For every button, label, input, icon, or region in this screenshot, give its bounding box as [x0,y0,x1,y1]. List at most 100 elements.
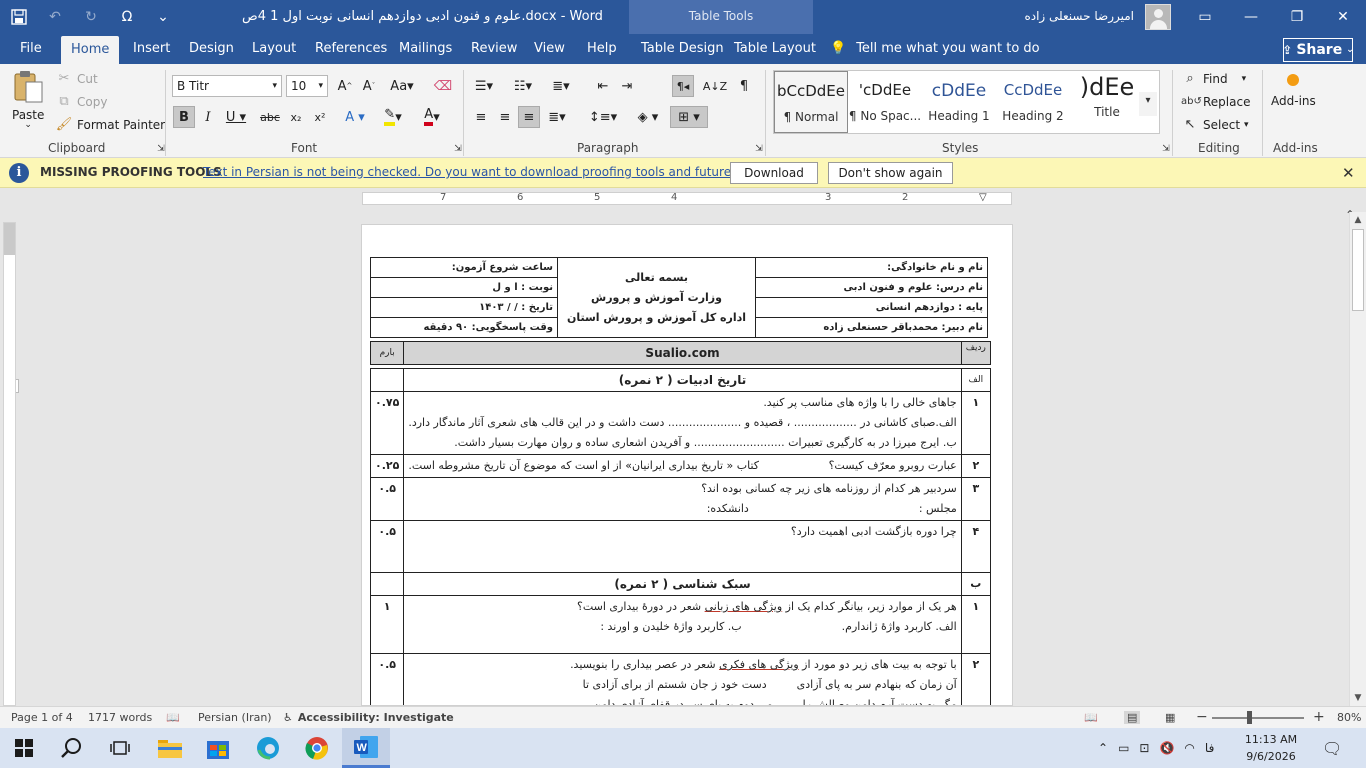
justify-icon[interactable]: ≣▾ [542,106,572,128]
tell-me-box[interactable]: 💡 Tell me what you want to do [830,34,1040,64]
font-color-icon[interactable]: A ▾ [416,106,448,128]
tab-table-design[interactable]: Table Design [637,34,728,64]
close-icon[interactable]: ✕ [1320,0,1366,34]
start-time-cell[interactable]: ساعت شروع آزمون: [370,257,558,278]
question-number[interactable]: ۴ [960,520,991,573]
question-number[interactable]: ۲ [960,454,991,478]
vertical-scrollbar[interactable]: ▲ ▼ [1349,212,1366,706]
align-center-icon[interactable]: ≡ [494,106,516,128]
question-cell[interactable]: هر یک از موارد زیر، بیانگر کدام یک از وی… [403,595,962,654]
style-heading-2[interactable]: CcDdEe Heading 2 [996,71,1070,133]
question-cell[interactable]: عبارت روبرو معرّف کیست؟ کتاب « تاریخ بیدا… [403,454,962,478]
file-explorer-icon[interactable] [146,728,194,768]
student-name-cell[interactable]: نام و نام خانوادگی: [755,257,988,278]
notifications-icon[interactable]: 🗨 [1322,728,1342,768]
superscript-icon[interactable]: x² [309,106,331,128]
chevron-up-icon[interactable]: ⌃ [1098,741,1108,755]
zoom-level[interactable]: 80% [1337,711,1361,724]
tab-design[interactable]: Design [185,34,238,64]
select-button[interactable]: ↖ Select ▾ [1181,116,1249,134]
date-cell[interactable]: تاریخ : / / ۱۴۰۳ [370,297,558,318]
question-cell[interactable]: سردبیر هر کدام از روزنامه های زیر چه کسا… [403,477,962,521]
style-normal[interactable]: bCcDdEe ¶ Normal [774,71,848,133]
paste-button[interactable]: Paste ⌄ [12,70,44,130]
tab-references[interactable]: References [311,34,391,64]
wifi-icon[interactable]: ◠ [1184,741,1194,755]
accessibility-status[interactable]: ♿ Accessibility: Investigate [283,711,454,724]
score-cell[interactable]: ۰.۲۵ [369,454,405,478]
change-case-icon[interactable]: Aa▾ [388,75,416,97]
bold-icon[interactable]: B [173,106,195,128]
text-effects-icon[interactable]: A ▾ [340,106,370,128]
tab-help[interactable]: Help [583,34,621,64]
chrome-icon[interactable] [293,728,341,768]
score-cell[interactable]: ۰.۷۵ [369,391,405,455]
user-name[interactable]: امیررضا حسنعلی زاده [1024,9,1134,23]
clock[interactable]: 11:13 AM 9/6/2026 [1236,731,1306,765]
redo-icon[interactable]: ↻ [80,6,102,28]
bullets-icon[interactable]: ☰▾ [470,75,498,97]
strikethrough-icon[interactable]: abc [259,106,281,128]
site-name[interactable]: Sualio.com [403,341,962,365]
document-page[interactable]: نام و نام خانوادگی: بسمه تعالی وزارت آمو… [361,224,1013,706]
search-icon[interactable] [48,728,96,768]
volume-muted-icon[interactable]: 🔇 [1159,741,1174,755]
font-size-box[interactable]: 10 ▾ [286,75,328,97]
format-painter-button[interactable]: 🖌 Format Painter [55,116,165,134]
scroll-down-icon[interactable]: ▼ [1350,690,1366,706]
align-left-icon[interactable]: ≡ [470,106,492,128]
duration-cell[interactable]: وقت پاسخگویی: ۹۰ دقیقه [370,317,558,338]
decrease-indent-icon[interactable]: ⇤ [592,75,614,97]
task-view-icon[interactable] [96,728,144,768]
numbering-icon[interactable]: ☷▾ [508,75,538,97]
cut-button[interactable]: ✂ Cut [55,70,98,88]
network-icon[interactable]: ⊡ [1139,741,1149,755]
grade-cell[interactable]: پایه : دوازدهم انسانی [755,297,988,318]
score-cell[interactable] [369,572,405,596]
borders-icon[interactable]: ⊞ ▾ [670,106,708,128]
section-title[interactable]: تاریخ ادبیات ( ۲ نمره) [403,368,962,392]
dont-show-again-button[interactable]: Don't show again [828,162,953,184]
print-layout-icon[interactable]: ▤ [1124,711,1141,724]
tab-review[interactable]: Review [467,34,521,64]
tab-mailings[interactable]: Mailings [395,34,456,64]
start-icon[interactable] [0,728,48,768]
question-cell[interactable]: جاهای خالی را با واژه های مناسب پر کنید.… [403,391,962,455]
page-count[interactable]: Page 1 of 4 [11,711,73,724]
vertical-ruler[interactable] [3,222,16,706]
zoom-slider[interactable] [1212,717,1304,719]
show-formatting-icon[interactable]: ¶ [733,75,755,97]
subscript-icon[interactable]: x₂ [285,106,307,128]
turn-cell[interactable]: نوبت : ا و ل [370,277,558,298]
tab-table-layout[interactable]: Table Layout [730,34,820,64]
zoom-out-icon[interactable]: − [1196,709,1208,725]
symbol-icon[interactable]: Ω [116,6,138,28]
style-no-spacing[interactable]: 'cDdEe ¶ No Spac... [848,71,922,133]
question-number[interactable]: ۳ [960,477,991,521]
close-icon[interactable]: ✕ [1342,164,1355,182]
scroll-up-icon[interactable]: ▲ [1350,212,1366,228]
zoom-thumb[interactable] [1247,711,1252,724]
style-heading-1[interactable]: cDdEe Heading 1 [922,71,996,133]
font-name-box[interactable]: B Titr ▾ [172,75,282,97]
score-header-cell[interactable]: بارم [369,341,405,365]
scroll-thumb[interactable] [1352,229,1364,311]
message-link[interactable]: Text in Persian is not being checked. Do… [203,165,790,179]
horizontal-ruler[interactable]: 7 6 5 4 3 2 ▽ [362,192,1012,205]
line-spacing-icon[interactable]: ↕≡▾ [588,106,618,128]
customize-qat-icon[interactable]: ⌄ [152,6,174,28]
avatar[interactable] [1145,4,1171,30]
tab-view[interactable]: View [530,34,569,64]
section-title[interactable]: سبک شناسی ( ۲ نمره) [403,572,962,596]
section-letter[interactable]: ب [960,572,991,596]
course-cell[interactable]: نام درس: علوم و فنون ادبی [755,277,988,298]
question-number[interactable]: ۲ [960,653,991,705]
save-icon[interactable] [8,6,30,28]
score-cell[interactable]: ۰.۵ [369,477,405,521]
align-right-icon[interactable]: ≡ [518,106,540,128]
question-number[interactable]: ۱ [960,595,991,654]
sort-icon[interactable]: A↓Z [703,75,727,97]
highlight-color-icon[interactable]: ✎ ▾ [377,106,409,128]
dialog-launcher-icon[interactable]: ⇲ [449,140,467,158]
section-letter[interactable]: الف [960,368,991,392]
